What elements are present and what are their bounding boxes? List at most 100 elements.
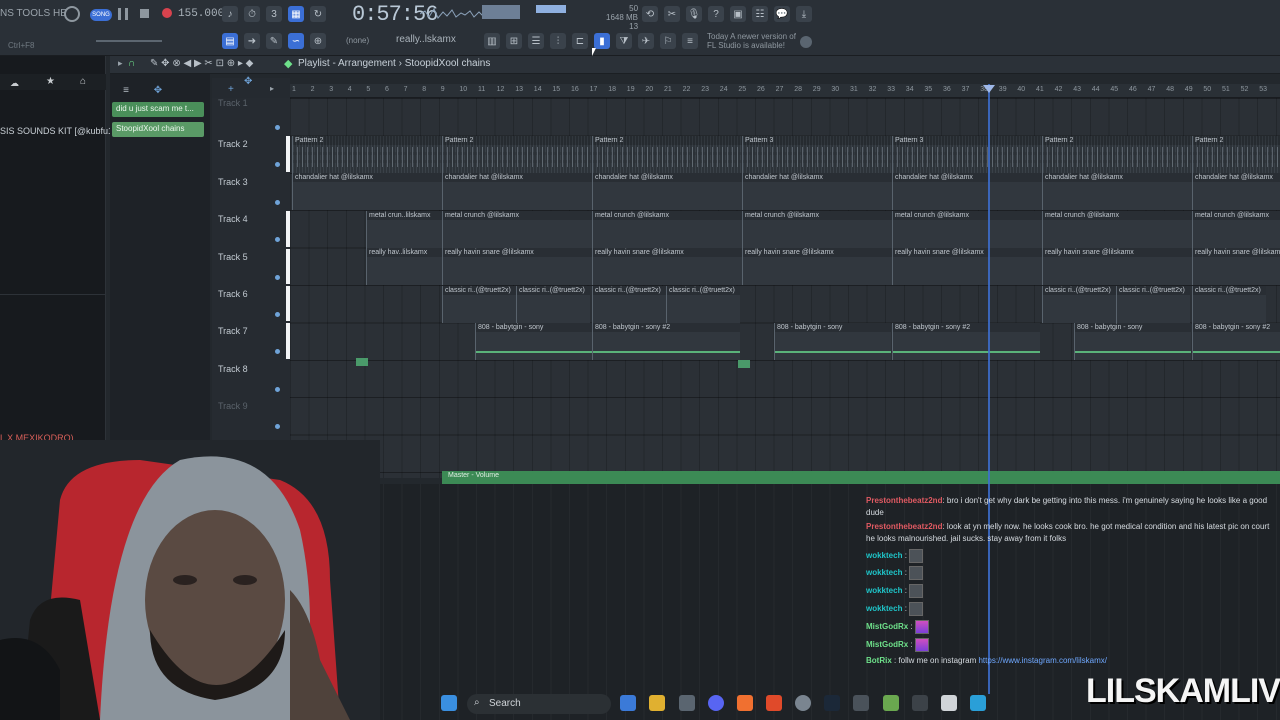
track-name[interactable]: Track 8 (218, 364, 248, 374)
track-name[interactable]: Track 9 (218, 401, 248, 411)
audio-clip-classic[interactable]: classic ri..(@truett2x) (1192, 285, 1266, 323)
master-volume-slider[interactable] (96, 40, 162, 42)
cloud-icon[interactable]: ☁ (10, 78, 19, 89)
automation-clip-master-volume[interactable]: Master - Volume (442, 471, 1280, 484)
audio-clip-classic[interactable]: classic ri..(@truett2x) (666, 285, 740, 323)
magnet-icon[interactable]: ∩ (128, 58, 135, 69)
chat-username[interactable]: BotRix (866, 656, 892, 665)
chat-link[interactable]: https://www.instagram.com/lilskamx/ (978, 656, 1106, 665)
audio-clip-808[interactable]: 808 - babytgin - sony (774, 322, 891, 360)
audio-clip-808[interactable]: 808 - babytgin - sony (475, 322, 592, 360)
audio-clip-crunch[interactable]: metal crunch @lilskamx (442, 210, 592, 248)
add-track-icon[interactable]: + (228, 84, 234, 95)
pattern-clip[interactable]: Pattern 2 (1192, 135, 1280, 173)
audio-clip-crunch[interactable]: metal crunch @lilskamx (742, 210, 892, 248)
track-name[interactable]: Track 3 (218, 177, 248, 187)
loop-record-icon[interactable]: ↻ (310, 6, 326, 22)
picker-add-icon[interactable]: ✥ (150, 82, 166, 98)
star-icon[interactable]: ★ (46, 76, 55, 87)
browser-item-kit[interactable]: SIS SOUNDS KIT [@kubfu1] (0, 126, 116, 136)
song-mode-toggle[interactable]: SONG (90, 9, 112, 21)
track-led-icon[interactable] (275, 199, 280, 205)
audio-clip-snare[interactable]: really havin snare @lilskamx (442, 248, 592, 286)
mini-clip[interactable] (738, 360, 750, 368)
piano-roll-icon[interactable]: ▥ (484, 33, 500, 49)
audio-clip-classic[interactable]: classic ri..(@truett2x) (1116, 285, 1190, 323)
project-browser-icon[interactable]: ⚐ (660, 33, 676, 49)
draw-tool-icon[interactable]: ✎ ✥ ⊗ ◀ ▶ ✂ ⊡ ⊕ ▸ ◆ (150, 58, 253, 69)
audio-clip-crunch[interactable]: metal crunch @lilskamx (1192, 210, 1280, 248)
audio-clip-808[interactable]: 808 - babytgin - sony #2 (892, 322, 1040, 360)
track-name[interactable]: Track 7 (218, 326, 248, 336)
timeline-ruler[interactable]: 1 2 3 4 5 6 7 8 9 10 11 12 13 14 15 16 17 18 19 20 21 22 23 24 2… (290, 84, 1280, 98)
browser-icon[interactable]: ⊏ (572, 33, 588, 49)
chat-username[interactable]: MistGodRx (866, 622, 908, 631)
chrome-icon[interactable] (795, 695, 811, 711)
chat-username[interactable]: wokktech (866, 586, 902, 595)
store-icon[interactable] (679, 695, 695, 711)
paint-icon[interactable]: ⊕ (310, 33, 326, 49)
track-scroll-icon[interactable]: ▸ (270, 84, 274, 93)
playlist-current-pattern[interactable]: StoopidXool chains (405, 58, 491, 69)
file-explorer-icon[interactable] (649, 695, 665, 711)
cut-icon[interactable]: ✂ (664, 6, 680, 22)
chat-username[interactable]: wokktech (866, 551, 902, 560)
tempo-tap-icon[interactable]: ✈ (638, 33, 654, 49)
app-icon-4[interactable] (941, 695, 957, 711)
audio-clip-hat[interactable]: chandalier hat @lilskamx (442, 173, 592, 211)
audio-clip-crunch[interactable]: metal crunch @lilskamx (1042, 210, 1192, 248)
audio-clip-snare[interactable]: really hav..lilskamx (366, 248, 442, 286)
pencil-icon[interactable]: ✎ (266, 33, 282, 49)
snap-icon[interactable]: ∽ (288, 33, 304, 49)
pattern-clip[interactable]: Pattern 3 (892, 135, 1042, 173)
audio-clip-crunch[interactable]: metal crunch @lilskamx (892, 210, 1042, 248)
playlist-options-icon[interactable]: ▸ (118, 58, 123, 69)
audio-clip-snare[interactable]: really havin snare @lilskamx (592, 248, 742, 286)
fl-studio-taskbar-icon[interactable] (737, 695, 753, 711)
zoom-icon[interactable]: ✥ (244, 76, 252, 87)
track-name[interactable]: Track 2 (218, 139, 248, 149)
steam-icon[interactable] (824, 695, 840, 711)
audio-clip-hat[interactable]: chandalier hat @lilskamx (592, 173, 742, 211)
app-icon-3[interactable] (912, 695, 928, 711)
countdown-icon[interactable]: 3 (266, 6, 282, 22)
download-icon[interactable]: ⤓ (796, 6, 812, 22)
audio-clip-hat[interactable]: chandalier hat @lilskamx (1192, 173, 1280, 211)
taskbar-search[interactable]: Search (467, 694, 611, 714)
pattern-selector[interactable]: really..lskamx (396, 34, 456, 45)
channel-rack-icon[interactable]: ⊞ (506, 33, 522, 49)
audio-clip-808[interactable]: 808 - babytgin - sony #2 (592, 322, 740, 360)
arrow-icon[interactable]: ➜ (244, 33, 260, 49)
telegram-icon[interactable] (970, 695, 986, 711)
pattern-clip[interactable]: Pattern 2 (1042, 135, 1192, 173)
playlist-view-icon[interactable]: ▤ (222, 33, 238, 49)
tempo-display[interactable]: 155.000 (178, 8, 224, 20)
track-name[interactable]: Track 1 (218, 98, 248, 108)
chat-username[interactable]: Prestonthebeatz2nd (866, 522, 942, 531)
audio-clip-snare[interactable]: really havin snare @lilskamx (892, 248, 1042, 286)
playlist-icon[interactable]: ☰ (528, 33, 544, 49)
audio-clip-crunch[interactable]: metal crunch @lilskamx (592, 210, 742, 248)
record-mode-icon[interactable] (64, 6, 80, 22)
stop-button[interactable] (140, 9, 149, 18)
pattern-clip[interactable]: Pattern 2 (292, 135, 442, 173)
save-icon[interactable]: ▣ (730, 6, 746, 22)
record-button[interactable] (162, 8, 172, 18)
discord-icon[interactable] (708, 695, 724, 711)
script-icon[interactable]: ≡ (682, 33, 698, 49)
mixer-view-icon[interactable]: ⫶ (550, 33, 566, 49)
picker-menu-icon[interactable]: ≡ (118, 82, 134, 98)
chat-username[interactable]: wokktech (866, 568, 902, 577)
audio-clip-snare[interactable]: really havin snare @lilskamx (1042, 248, 1192, 286)
chat-icon[interactable]: 💬 (774, 6, 790, 22)
track-name[interactable]: Track 6 (218, 289, 248, 299)
track-led-icon[interactable] (275, 386, 280, 392)
fl-logo-icon[interactable] (800, 36, 812, 48)
undo-history-icon[interactable]: ⟲ (642, 6, 658, 22)
track-led-icon[interactable] (275, 274, 280, 280)
audio-clip-classic[interactable]: classic ri..(@truett2x) (516, 285, 590, 323)
chat-username[interactable]: Prestonthebeatz2nd (866, 496, 942, 505)
pause-button[interactable] (118, 8, 128, 20)
track-led-icon[interactable] (275, 125, 280, 130)
help-icon[interactable]: ? (708, 6, 724, 22)
